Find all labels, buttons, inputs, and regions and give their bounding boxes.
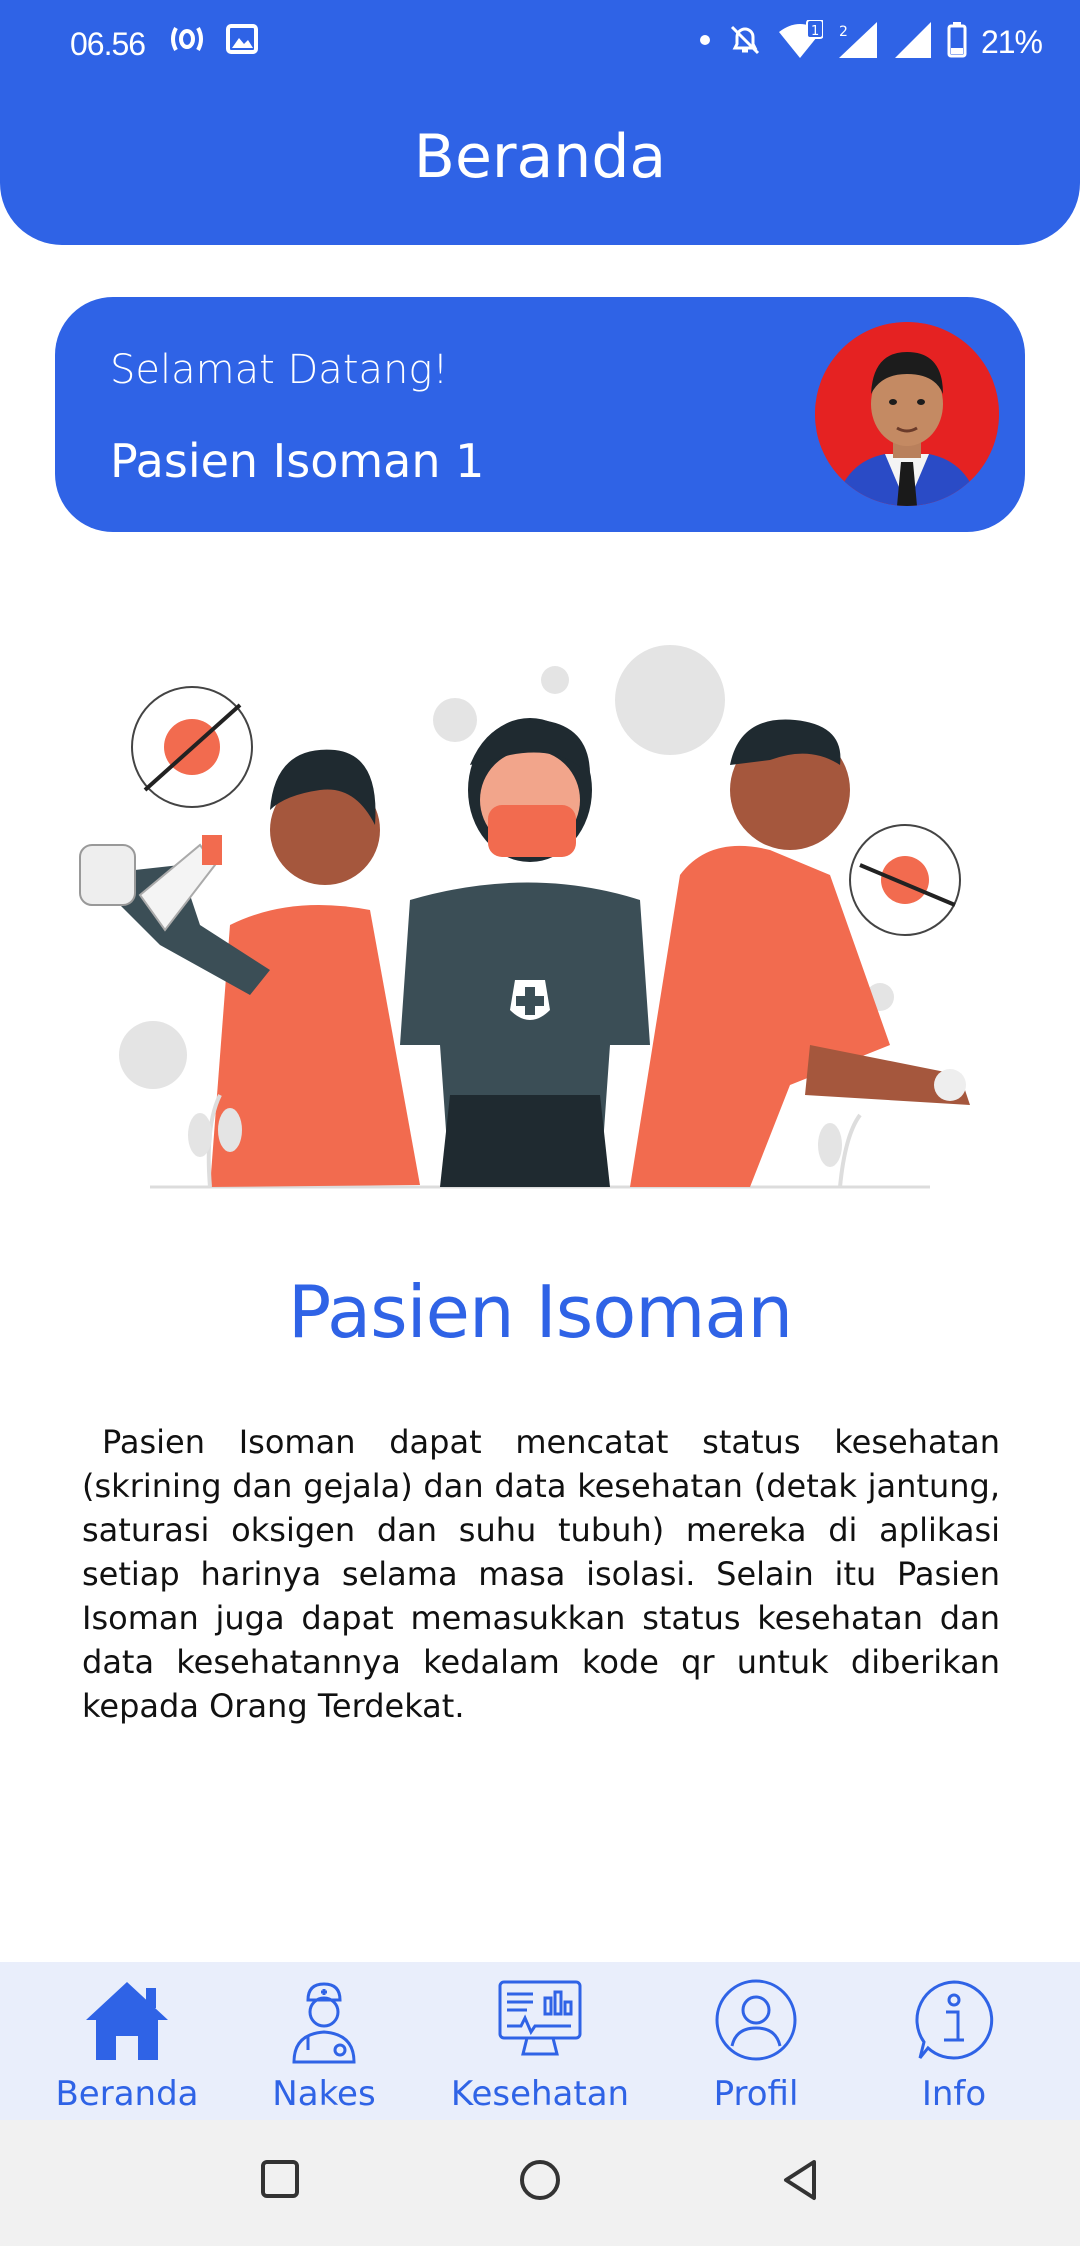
info-icon	[912, 1978, 996, 2067]
monitor-icon	[497, 1978, 583, 2063]
nav-label-beranda: Beranda	[55, 2074, 199, 2114]
hotspot-icon	[170, 24, 204, 59]
doctor-icon	[284, 1978, 364, 2069]
svg-text:2: 2	[839, 24, 848, 40]
image-icon	[226, 24, 258, 59]
battery-percentage: 21%	[980, 24, 1043, 60]
mute-icon	[727, 22, 763, 63]
nav-label-kesehatan: Kesehatan	[450, 2074, 630, 2114]
nav-label-info: Info	[921, 2074, 987, 2114]
recents-button[interactable]	[259, 2158, 301, 2205]
battery-icon	[947, 22, 967, 63]
nav-label-nakes: Nakes	[272, 2074, 376, 2114]
section-description: Pasien Isoman dapat mencatat status kese…	[82, 1423, 1000, 1725]
bottom-navigation: Beranda Nakes Kesehatan Profil Info	[0, 1962, 1080, 2120]
svg-text:1: 1	[811, 24, 819, 39]
signal-2-icon	[893, 20, 933, 65]
home-icon	[82, 1978, 172, 2067]
avatar[interactable]	[815, 322, 999, 506]
health-protocol-illustration	[70, 625, 1010, 1195]
status-left-icons	[170, 24, 258, 59]
person-icon	[714, 1978, 798, 2067]
user-name: Pasien Isoman 1	[110, 434, 485, 488]
nav-item-nakes[interactable]: Nakes	[224, 1962, 424, 2120]
status-bar: 06.56 1 2 21%	[0, 0, 1080, 88]
status-time: 06.56	[70, 26, 146, 62]
nav-item-info[interactable]: Info	[854, 1962, 1054, 2120]
signal-1-icon: 2	[837, 20, 879, 65]
home-button[interactable]	[518, 2158, 562, 2207]
section-title: Pasien Isoman	[287, 1270, 793, 1354]
nav-item-profil[interactable]: Profil	[656, 1962, 856, 2120]
nav-item-kesehatan[interactable]: Kesehatan	[440, 1962, 640, 2120]
page-title: Beranda	[413, 122, 667, 192]
welcome-greeting: Selamat Datang!	[110, 347, 449, 393]
app-header: Beranda	[0, 80, 1080, 245]
back-button[interactable]	[780, 2158, 820, 2207]
wifi-icon: 1	[777, 19, 824, 65]
system-navigation-bar	[0, 2120, 1080, 2246]
nav-label-profil: Profil	[713, 2074, 799, 2114]
dot-icon	[697, 32, 713, 53]
nav-item-beranda[interactable]: Beranda	[27, 1962, 227, 2120]
status-right: 1 2 21%	[697, 19, 1043, 65]
welcome-card: Selamat Datang! Pasien Isoman 1	[55, 297, 1025, 532]
